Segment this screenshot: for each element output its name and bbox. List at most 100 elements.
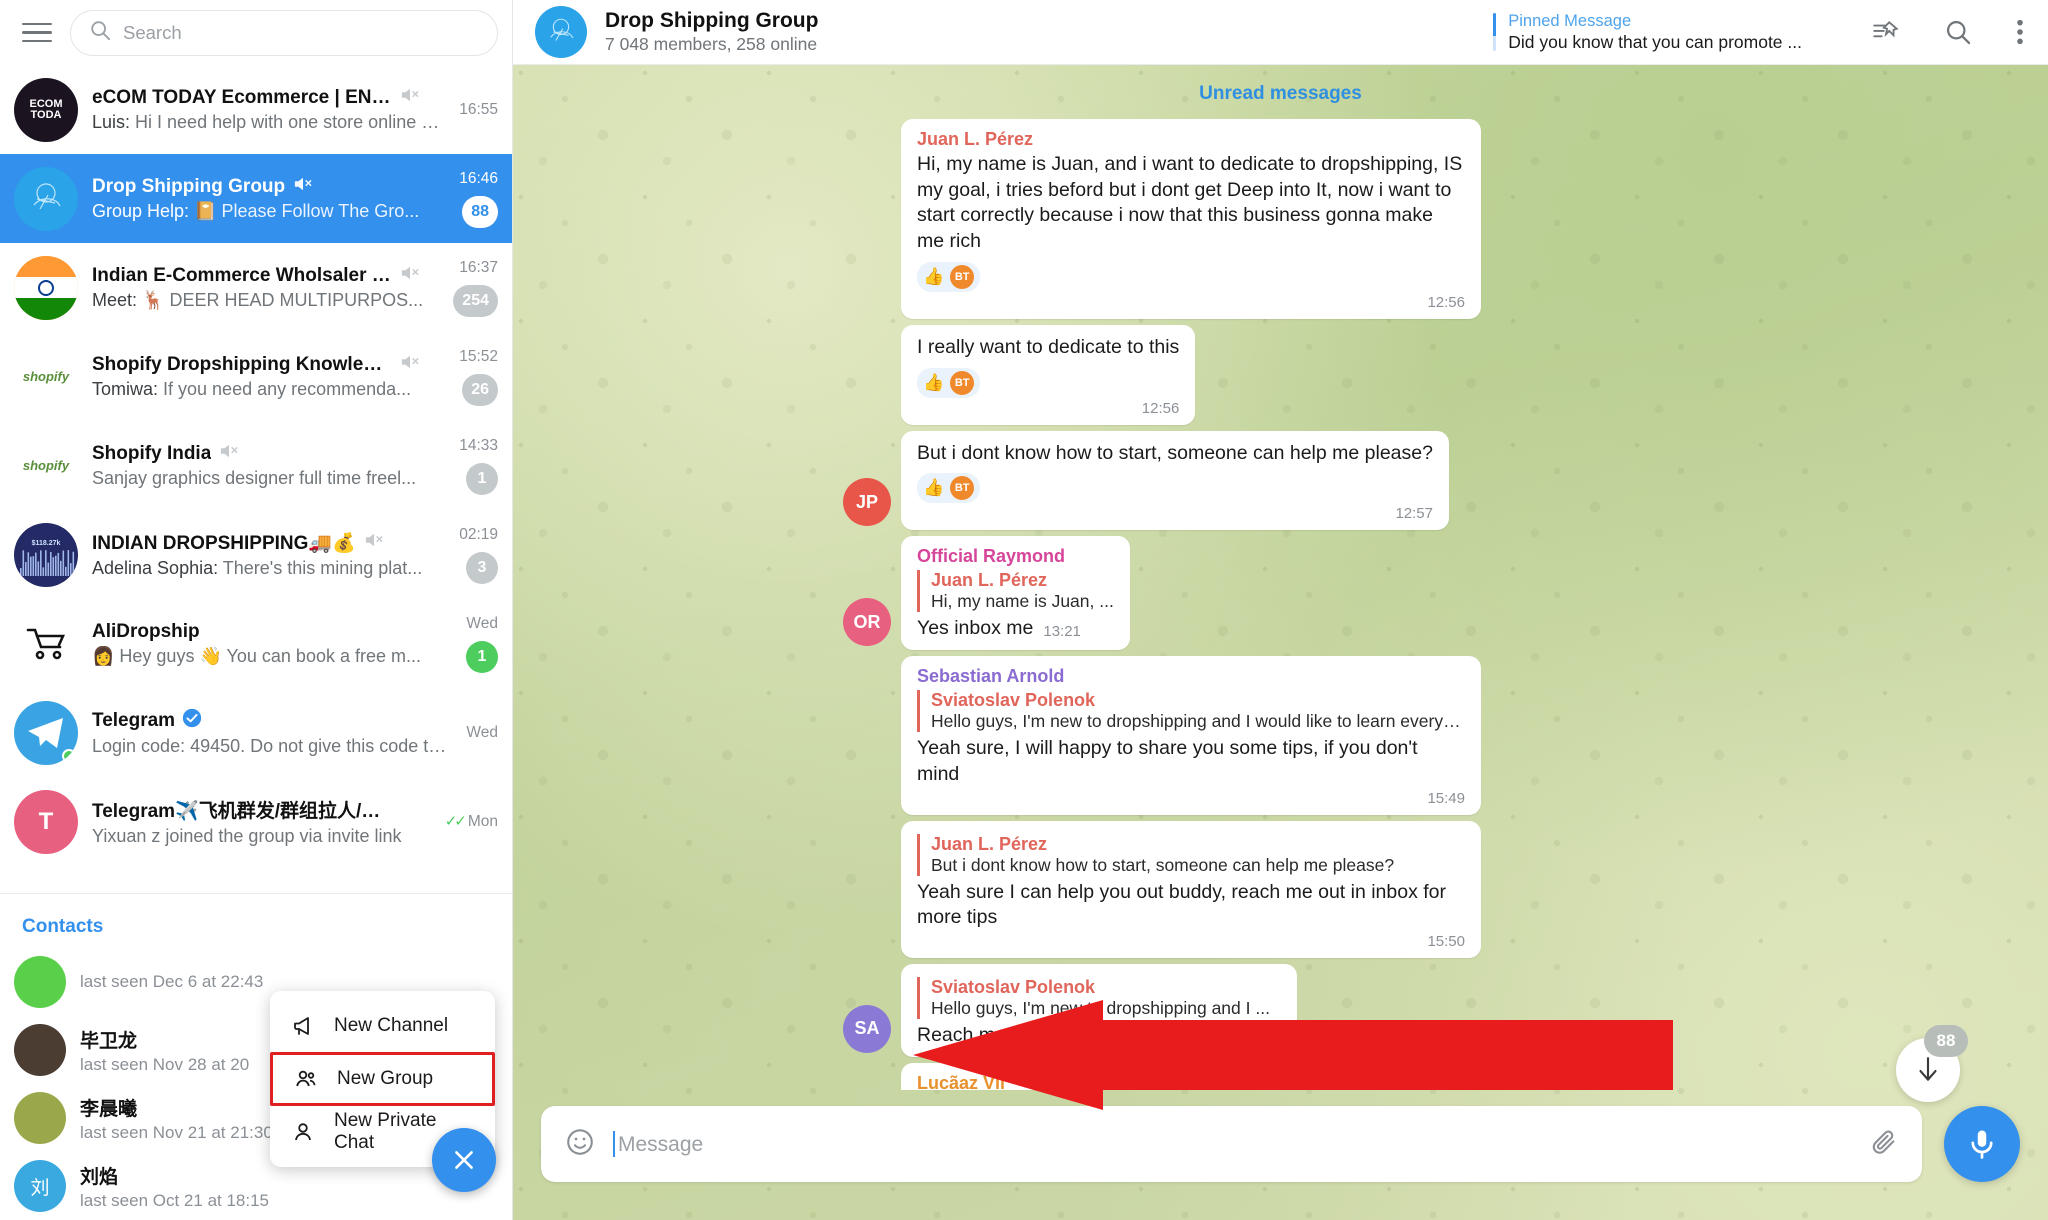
quoted-reply-text: But i dont know how to start, someone ca… (931, 854, 1395, 875)
search-icon[interactable] (1944, 18, 1972, 46)
menu-icon[interactable] (20, 18, 54, 48)
chat-item-body: INDIAN DROPSHIPPING🚚💰 Adelina Sophia: The… (92, 531, 445, 579)
chat-item-title: Drop Shipping Group (92, 175, 286, 197)
chat-item-title-row: Drop Shipping Group (92, 175, 445, 198)
chat-header-texts: Drop Shipping Group 7 048 members, 258 o… (605, 9, 818, 55)
telegram-app: Search ECOM TODA eCOM TODAY Ecommerce | EN… (0, 0, 2048, 1220)
avatar (14, 700, 78, 765)
chat-item-body: AliDropship 👩 Hey guys 👋 You can book a f… (92, 621, 452, 667)
thumbs-up-icon: 👍 (923, 266, 945, 286)
chat-item-title-row: INDIAN DROPSHIPPING🚚💰 (92, 531, 445, 555)
message-bubble[interactable]: Lucãaz VílSviatoslav PolenokHello guys, … (901, 1062, 1123, 1090)
pinned-message[interactable]: Pinned Message Did you know that you can… (1493, 12, 1802, 53)
message-input[interactable]: Message (541, 1106, 1922, 1182)
message-bubble[interactable]: Official Raymond Juan L. Pérez Hi, my name… (901, 536, 1130, 651)
chat-item-preview: Group Help: 📔 Please Follow The Gro... (92, 201, 420, 221)
avatar: $118.27k (14, 522, 78, 587)
chat-list-item[interactable]: Telegram Login code: 49450. Do not give t… (0, 688, 512, 777)
person-icon (290, 1120, 316, 1144)
chat-item-preview-row: Meet: 🦌 DEER HEAD MULTIPURPOS... (92, 290, 439, 311)
chat-item-title-row: Shopify Dropshipping Knowledge ... (92, 353, 445, 376)
message-reactions[interactable]: 👍 BT (917, 473, 1433, 504)
chat-list-item[interactable]: AliDropship 👩 Hey guys 👋 You can book a f… (0, 599, 512, 688)
voice-record-button[interactable] (1944, 1106, 2020, 1182)
chat-item-preview-row: Group Help: 📔 Please Follow The Gro... (92, 201, 445, 222)
reaction-chip[interactable]: 👍 BT (917, 473, 981, 504)
chat-list-item[interactable]: $118.27k INDIAN DROPSHIPPING🚚💰 Adelina Sop… (0, 510, 512, 599)
chat-list-item[interactable]: ECOM TODA eCOM TODAY Ecommerce | ENG C... L… (0, 65, 512, 154)
quoted-reply[interactable]: Sviatoslav Polenok Hello guys, I'm new to… (917, 690, 1465, 733)
context-menu-item[interactable]: New Group (270, 1052, 495, 1106)
chat-item-meta: 16:55 (459, 78, 498, 142)
attach-icon[interactable] (1870, 1128, 1898, 1161)
quoted-reply[interactable]: Juan L. Pérez Hi, my name is Juan, ... (917, 570, 1114, 613)
chat-item-preview: Meet: 🦌 DEER HEAD MULTIPURPOS... (92, 290, 424, 310)
mute-icon (399, 264, 421, 287)
quoted-reply[interactable]: Juan L. Pérez But i dont know how to star… (917, 833, 1465, 876)
unread-count-badge: 88 (1924, 1025, 1968, 1057)
reaction-chip[interactable]: 👍 BT (917, 261, 981, 292)
chat-item-body: Shopify Dropshipping Knowledge ... Tomiwa… (92, 353, 445, 400)
chat-list-item[interactable]: shopify Shopify India Sanjay graphics desi… (0, 421, 512, 510)
chat-list-item[interactable]: Drop Shipping Group Group Help: 📔 Please … (0, 154, 512, 243)
message-avatar-spacer (843, 373, 891, 421)
pinned-label: Pinned Message (1508, 11, 1632, 30)
message-text: Hi, my name is Juan, and i want to dedic… (917, 153, 1463, 253)
message-reactions[interactable]: 👍 BT (917, 367, 1179, 398)
message-bubble[interactable]: But i dont know how to start, someone ca… (901, 430, 1449, 531)
message-text-row: Yes inbox me 13:21 (917, 616, 1114, 642)
pin-list-icon[interactable] (1872, 18, 1900, 46)
contact-last-seen: last seen Oct 21 at 18:15 (80, 1190, 270, 1210)
chat-title: Drop Shipping Group (605, 9, 819, 32)
chat-list[interactable]: ECOM TODA eCOM TODAY Ecommerce | ENG C... L… (0, 65, 512, 889)
message-list: Unread messages Juan L. Pérez Hi, my name… (513, 65, 2048, 1090)
chat-list-item[interactable]: shopify Shopify Dropshipping Knowledge ..… (0, 332, 512, 421)
pinned-preview: Did you know that you can promote ... (1508, 31, 1802, 52)
quoted-reply-author: Juan L. Pérez (931, 570, 1048, 591)
message-bubble[interactable]: Juan L. Pérez Hi, my name is Juan, and i … (901, 119, 1481, 319)
message-avatar-spacer (843, 906, 891, 954)
message-bubble[interactable]: Sviatoslav Polenok Hello guys, I'm new to… (901, 964, 1298, 1057)
unread-divider: Unread messages (1199, 83, 1362, 104)
chat-item-preview: Adelina Sophia: There's this mining plat… (92, 557, 423, 578)
chat-item-title: INDIAN DROPSHIPPING🚚💰 (92, 532, 356, 554)
context-menu-item[interactable]: New Channel (270, 1000, 495, 1052)
chat-item-body: Telegram Login code: 49450. Do not give t… (92, 708, 452, 757)
chat-item-meta: Wed (466, 701, 498, 765)
chat-list-item[interactable]: T Telegram✈️飞机群发/群组拉人/群... Yixuan z joined… (0, 777, 512, 866)
search-input[interactable]: Search (70, 9, 498, 56)
chat-members-status: 7 048 members, 258 online (605, 34, 818, 54)
unread-badge: 1 (466, 462, 498, 495)
message-time: 13:21 (1043, 623, 1081, 641)
chat-item-body: eCOM TODAY Ecommerce | ENG C... Luis: Hi … (92, 86, 445, 133)
emoji-icon[interactable] (565, 1127, 595, 1162)
chat-item-title: Shopify India (92, 442, 212, 464)
quoted-reply[interactable]: Sviatoslav Polenok Hello guys, I'm new to… (917, 977, 1281, 1020)
message-bubble[interactable]: I really want to dedicate to this 👍 BT 12:5… (901, 324, 1196, 425)
contacts-header: Contacts (22, 916, 104, 937)
chat-item-time: Wed (466, 614, 498, 632)
avatar (14, 166, 78, 231)
chat-item-preview: Tomiwa: If you need any recommenda... (92, 379, 412, 399)
chat-item-title: Telegram✈️飞机群发/群组拉人/群... (92, 801, 392, 822)
contact-last-seen: last seen Nov 28 at 20 (80, 1054, 250, 1074)
more-options-icon[interactable] (2016, 18, 2024, 46)
chat-list-item[interactable]: Indian E-Commerce Wholsaler B2... Meet: 🦌… (0, 243, 512, 332)
message-author: Lucãaz Víl (917, 1072, 1006, 1090)
chat-item-title: AliDropship (92, 620, 200, 642)
chat-item-preview: Luis: Hi I need help with one store onli… (92, 112, 446, 132)
search-placeholder: Search (123, 21, 182, 43)
message-bubble[interactable]: Juan L. Pérez But i dont know how to star… (901, 820, 1481, 959)
chat-item-title-row: Shopify India (92, 442, 445, 465)
chat-avatar[interactable] (535, 6, 587, 58)
read-receipt-icon: ✓✓ (444, 813, 467, 830)
chat-item-preview-row: Tomiwa: If you need any recommenda... (92, 379, 445, 400)
contact-name: 毕卫龙 (80, 1030, 138, 1052)
close-menu-button[interactable] (432, 1128, 496, 1192)
verified-icon (182, 708, 202, 733)
message-bubble[interactable]: Sebastian Arnold Sviatoslav Polenok Hello … (901, 656, 1481, 815)
message-reactions[interactable]: 👍 BT (917, 261, 1465, 292)
unread-badge: 254 (453, 284, 498, 317)
reaction-chip[interactable]: 👍 BT (917, 367, 981, 398)
chat-header: Drop Shipping Group 7 048 members, 258 o… (513, 0, 2048, 65)
